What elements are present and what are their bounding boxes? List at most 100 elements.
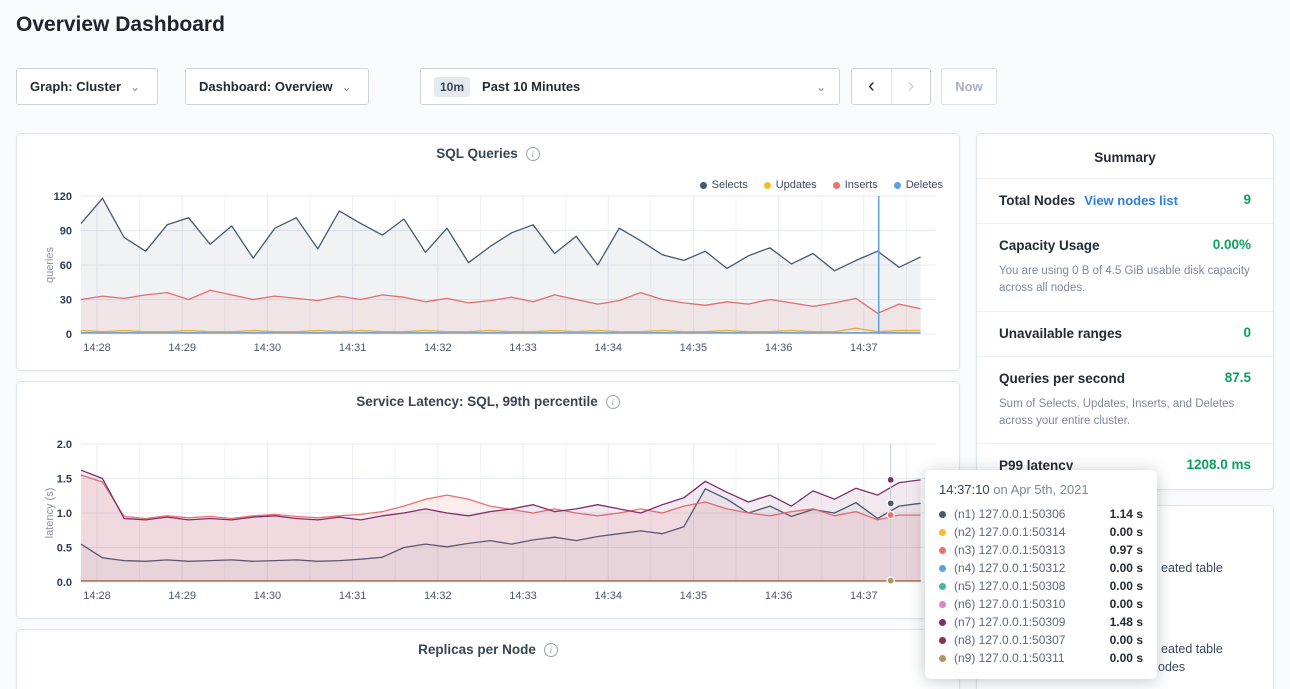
tooltip-row: (n3) 127.0.0.1:503130.97 s xyxy=(939,541,1143,559)
svg-text:14:31: 14:31 xyxy=(339,342,367,354)
sql-queries-panel: SQL Queries i SelectsUpdatesInsertsDelet… xyxy=(16,133,960,371)
tooltip-row: (n1) 127.0.0.1:503061.14 s xyxy=(939,505,1143,523)
svg-text:14:34: 14:34 xyxy=(594,590,622,602)
tooltip-node-value: 0.00 s xyxy=(1110,651,1143,665)
summary-title: Summary xyxy=(977,134,1273,178)
summary-row-subtext: Sum of Selects, Updates, Inserts, and De… xyxy=(999,396,1251,431)
svg-text:120: 120 xyxy=(54,191,72,203)
tooltip-node-label: (n3) 127.0.0.1:50313 xyxy=(954,543,1110,557)
svg-text:2.0: 2.0 xyxy=(57,439,72,451)
node-color-dot-icon xyxy=(939,547,946,554)
tooltip-row: (n5) 127.0.0.1:503080.00 s xyxy=(939,577,1143,595)
svg-text:14:37: 14:37 xyxy=(850,342,878,354)
view-nodes-list-link[interactable]: View nodes list xyxy=(1084,193,1178,208)
svg-text:14:33: 14:33 xyxy=(509,590,537,602)
tooltip-header: 14:37:10 on Apr 5th, 2021 xyxy=(939,482,1143,497)
summary-row-value: 1208.0 ms xyxy=(1186,457,1251,472)
info-icon[interactable]: i xyxy=(544,643,558,657)
sql-queries-chart[interactable]: 030609012014:2814:2914:3014:3114:3214:33… xyxy=(17,134,961,372)
replicas-per-node-panel: Replicas per Node i xyxy=(16,629,960,689)
chevron-left-icon: ‹ xyxy=(868,75,875,97)
tooltip-node-label: (n8) 127.0.0.1:50307 xyxy=(954,633,1110,647)
chevron-down-icon: ⌄ xyxy=(816,80,826,94)
svg-text:14:31: 14:31 xyxy=(339,590,367,602)
chevron-right-icon: › xyxy=(908,75,915,97)
summary-row-value: 0.00% xyxy=(1213,237,1251,252)
tooltip-node-value: 0.00 s xyxy=(1110,597,1143,611)
chart-title: Replicas per Node i xyxy=(17,642,959,657)
event-text-fragment: odes xyxy=(1158,660,1185,674)
svg-text:30: 30 xyxy=(60,295,72,307)
summary-row-value: 9 xyxy=(1243,192,1251,207)
tooltip-node-label: (n1) 127.0.0.1:50306 xyxy=(954,507,1110,521)
summary-row-label: Unavailable ranges xyxy=(999,326,1122,341)
tooltip-time: 14:37:10 xyxy=(939,482,990,497)
svg-text:14:36: 14:36 xyxy=(765,342,793,354)
service-latency-panel: Service Latency: SQL, 99th percentile i … xyxy=(16,381,960,619)
tooltip-row: (n9) 127.0.0.1:503110.00 s xyxy=(939,649,1143,667)
svg-text:latency (s): latency (s) xyxy=(44,488,56,539)
summary-row-total-nodes: Total NodesView nodes list 9 xyxy=(977,178,1273,223)
summary-row-value: 87.5 xyxy=(1225,370,1251,385)
graph-dropdown-label: Graph: Cluster xyxy=(30,79,121,94)
time-next-button[interactable]: › xyxy=(891,69,930,104)
time-range-label: Past 10 Minutes xyxy=(482,79,580,94)
svg-text:14:30: 14:30 xyxy=(254,342,282,354)
node-color-dot-icon xyxy=(939,511,946,518)
tooltip-node-label: (n4) 127.0.0.1:50312 xyxy=(954,561,1110,575)
node-color-dot-icon xyxy=(939,655,946,662)
tooltip-row: (n7) 127.0.0.1:503091.48 s xyxy=(939,613,1143,631)
svg-text:14:35: 14:35 xyxy=(680,590,708,602)
summary-row-label: Queries per second xyxy=(999,371,1125,386)
chart-hover-tooltip: 14:37:10 on Apr 5th, 2021 (n1) 127.0.0.1… xyxy=(925,470,1157,679)
graph-dropdown[interactable]: Graph: Cluster ⌄ xyxy=(16,68,158,105)
tooltip-node-label: (n5) 127.0.0.1:50308 xyxy=(954,579,1110,593)
summary-row-value: 0 xyxy=(1243,325,1251,340)
summary-row-queries-per-second: Queries per second 87.5 Sum of Selects, … xyxy=(977,356,1273,444)
tooltip-row: (n8) 127.0.0.1:503070.00 s xyxy=(939,631,1143,649)
svg-text:60: 60 xyxy=(60,260,72,272)
svg-text:14:32: 14:32 xyxy=(424,342,452,354)
service-latency-chart[interactable]: 0.00.51.01.52.014:2814:2914:3014:3114:32… xyxy=(17,382,961,620)
event-text-fragment: eated table xyxy=(1161,561,1223,575)
svg-text:14:32: 14:32 xyxy=(424,590,452,602)
time-prev-button[interactable]: ‹ xyxy=(852,69,891,104)
svg-text:14:29: 14:29 xyxy=(168,342,196,354)
tooltip-node-value: 0.00 s xyxy=(1110,525,1143,539)
chart-title-text: Replicas per Node xyxy=(418,642,536,657)
svg-text:0.5: 0.5 xyxy=(57,543,72,555)
svg-text:14:28: 14:28 xyxy=(83,590,111,602)
tooltip-node-value: 0.00 s xyxy=(1110,579,1143,593)
now-button[interactable]: Now xyxy=(941,68,997,105)
summary-row-unavailable-ranges: Unavailable ranges 0 xyxy=(977,311,1273,356)
node-color-dot-icon xyxy=(939,619,946,626)
node-color-dot-icon xyxy=(939,529,946,536)
time-range-dropdown[interactable]: 10m Past 10 Minutes ⌄ xyxy=(420,68,840,105)
tooltip-node-value: 0.00 s xyxy=(1110,633,1143,647)
tooltip-row: (n4) 127.0.0.1:503120.00 s xyxy=(939,559,1143,577)
svg-text:14:34: 14:34 xyxy=(594,342,622,354)
svg-text:14:30: 14:30 xyxy=(254,590,282,602)
dashboard-dropdown[interactable]: Dashboard: Overview ⌄ xyxy=(185,68,369,105)
node-color-dot-icon xyxy=(939,583,946,590)
tooltip-date: on Apr 5th, 2021 xyxy=(993,482,1088,497)
tooltip-node-value: 1.48 s xyxy=(1110,615,1143,629)
svg-text:queries: queries xyxy=(44,246,56,283)
summary-row-label: Capacity Usage xyxy=(999,238,1100,253)
node-color-dot-icon xyxy=(939,637,946,644)
svg-text:14:37: 14:37 xyxy=(850,590,878,602)
summary-row-subtext: You are using 0 B of 4.5 GiB usable disk… xyxy=(999,263,1251,298)
chevron-down-icon: ⌄ xyxy=(342,80,352,94)
tooltip-row: (n2) 127.0.0.1:503140.00 s xyxy=(939,523,1143,541)
svg-text:14:35: 14:35 xyxy=(680,342,708,354)
tooltip-node-label: (n9) 127.0.0.1:50311 xyxy=(954,651,1110,665)
svg-text:0: 0 xyxy=(66,329,72,341)
tooltip-row: (n6) 127.0.0.1:503100.00 s xyxy=(939,595,1143,613)
svg-text:0.0: 0.0 xyxy=(57,577,72,589)
event-text-fragment: eated table xyxy=(1161,642,1223,656)
summary-panel: Summary Total NodesView nodes list 9 Cap… xyxy=(976,133,1274,490)
node-color-dot-icon xyxy=(939,565,946,572)
tooltip-node-label: (n6) 127.0.0.1:50310 xyxy=(954,597,1110,611)
svg-text:14:36: 14:36 xyxy=(765,590,793,602)
tooltip-node-label: (n7) 127.0.0.1:50309 xyxy=(954,615,1110,629)
